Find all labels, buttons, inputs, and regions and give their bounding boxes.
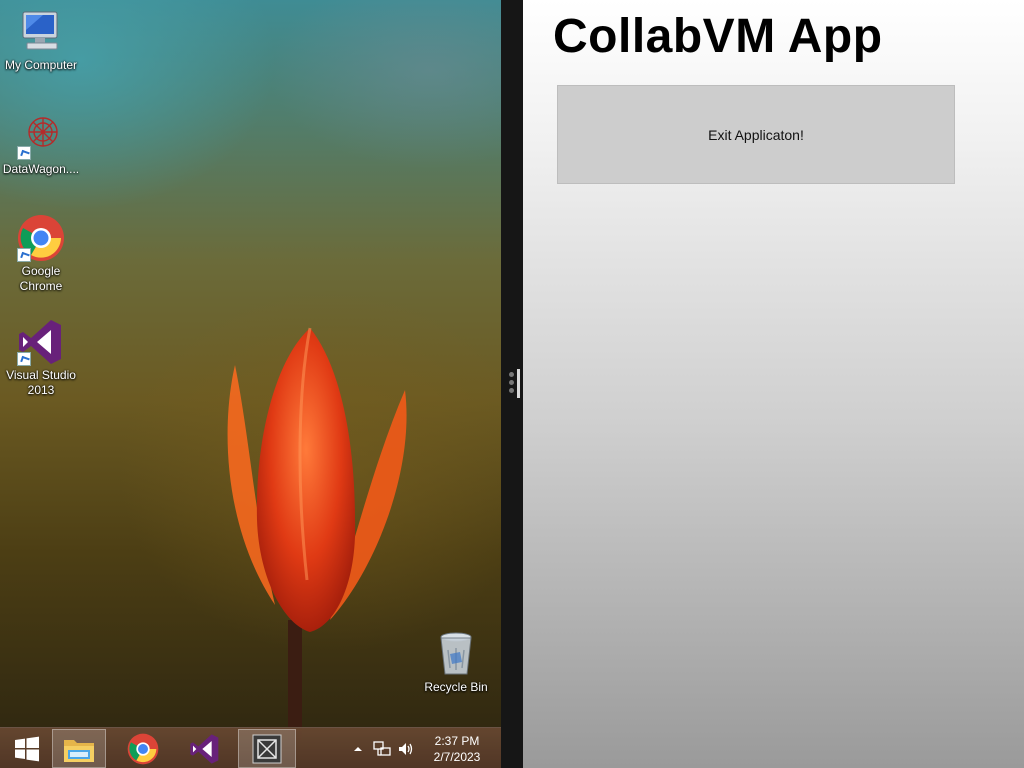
taskbar: 2:37 PM 2/7/2023 [0,727,501,768]
collabvm-app-icon [252,734,282,763]
desktop-icon-label: DataWagon.... [2,162,80,176]
desktop-icon-label: My Computer [4,58,78,72]
chrome-icon [127,733,159,764]
collabvm-app-window: CollabVM App Exit Applicaton! [523,0,1024,768]
desktop: My Computer DataWagon.... Google Chrome … [0,0,501,768]
shortcut-arrow-icon [17,146,31,160]
desktop-icon-google-chrome[interactable]: Google Chrome [1,214,81,294]
network-icon [373,740,391,756]
chevron-up-icon [354,746,362,751]
desktop-icon-my-computer[interactable]: My Computer [1,8,81,73]
taskbar-visual-studio[interactable] [178,729,232,768]
tray-volume[interactable] [397,728,415,768]
visual-studio-icon [190,733,219,764]
desktop-icon-label: Recycle Bin [424,680,488,694]
snap-splitter[interactable] [501,0,523,768]
taskbar-file-explorer[interactable] [52,729,106,768]
chrome-icon [17,214,65,262]
datawagon-icon [17,112,65,160]
file-explorer-icon [64,739,94,762]
tray-network[interactable] [373,728,391,768]
visual-studio-icon [17,318,65,366]
taskbar-clock[interactable]: 2:37 PM 2/7/2023 [424,733,490,765]
splitter-grip-icon [509,372,515,396]
computer-icon [17,8,65,56]
page-title: CollabVM App [553,10,883,63]
exit-application-button[interactable]: Exit Applicaton! [557,85,955,184]
clock-date: 2/7/2023 [433,750,481,764]
taskbar-collabvm-app[interactable] [238,729,296,768]
shortcut-arrow-icon [17,248,31,262]
desktop-icon-label: Google Chrome [19,264,63,293]
volume-icon [399,742,413,755]
desktop-icon-label: Visual Studio 2013 [6,368,76,397]
desktop-icon-recycle-bin[interactable]: Recycle Bin [416,630,496,695]
shortcut-arrow-icon [17,352,31,366]
windows-logo-icon [15,736,39,761]
taskbar-chrome[interactable] [116,729,170,768]
tray-show-hidden-icons[interactable] [352,728,364,768]
clock-time: 2:37 PM [434,734,480,748]
wallpaper-tulip [227,327,407,740]
start-button[interactable] [0,729,54,768]
recycle-bin-icon [432,630,480,678]
desktop-icon-visual-studio-2013[interactable]: Visual Studio 2013 [1,318,81,398]
splitter-handle[interactable] [517,369,520,398]
desktop-icon-datawagon[interactable]: DataWagon.... [1,112,81,177]
